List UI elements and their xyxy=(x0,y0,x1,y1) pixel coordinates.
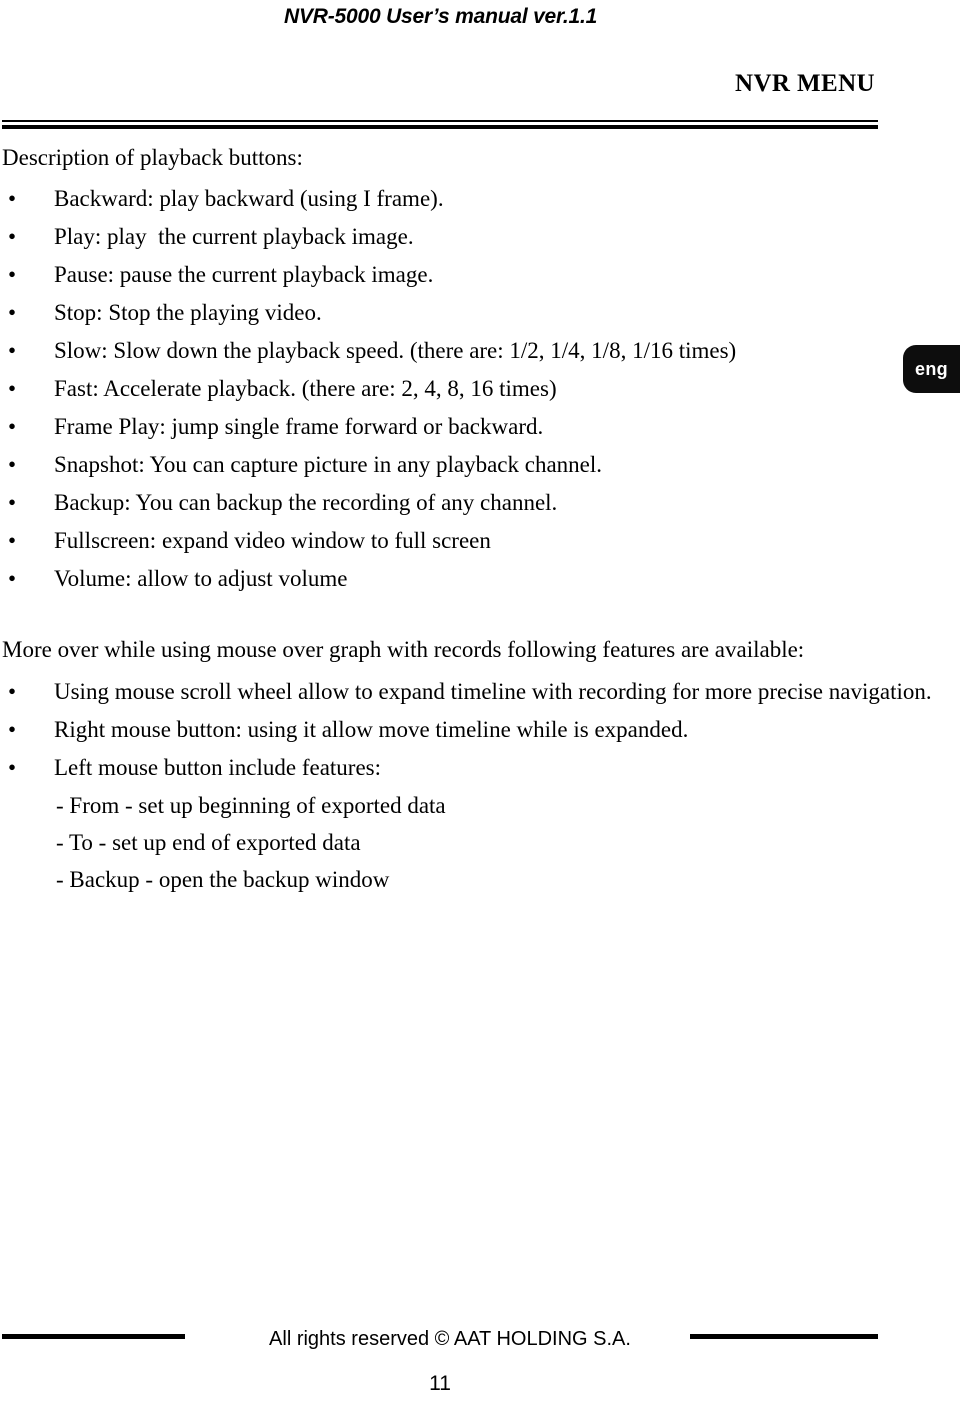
sub-list-item: - Backup - open the backup window xyxy=(56,867,390,892)
intro-paragraph-mouse: More over while using mouse over graph w… xyxy=(2,637,805,662)
bullet-icon: • xyxy=(8,224,17,249)
list-item: • Right mouse button: using it allow move… xyxy=(0,711,932,749)
sub-list-item: - To - set up end of exported data xyxy=(56,830,361,855)
list-item-label: Frame Play: jump single frame forward or… xyxy=(54,414,544,439)
running-head: NVR-5000 User’s manual ver.1.1 xyxy=(284,5,598,28)
document-page: NVR-5000 User’s manual ver.1.1 NVR MENU … xyxy=(0,0,960,1401)
language-tab-eng[interactable]: eng xyxy=(903,345,960,393)
bullet-icon: • xyxy=(8,528,17,553)
bullet-icon: • xyxy=(8,186,17,211)
list-item-label: Left mouse button include features: xyxy=(54,755,382,780)
page-title: NVR MENU xyxy=(735,70,875,97)
list-item: • Fullscreen: expand video window to full… xyxy=(0,522,736,560)
mouse-features-list: • Using mouse scroll wheel allow to expan… xyxy=(0,673,932,898)
page-number: 11 xyxy=(429,1372,451,1395)
footer-copyright: All rights reserved © AAT HOLDING S.A. xyxy=(269,1328,631,1350)
bullet-icon: • xyxy=(8,452,17,477)
list-item: • Slow: Slow down the playback speed. (th… xyxy=(0,332,736,370)
bullet-icon: • xyxy=(8,566,17,591)
bullet-icon: • xyxy=(8,679,17,704)
list-item: • Volume: allow to adjust volume xyxy=(0,560,736,598)
list-item: • Play: play the current playback image. xyxy=(0,218,736,256)
list-item-label: Using mouse scroll wheel allow to expand… xyxy=(54,679,932,704)
list-item-label: Play: play the current playback image. xyxy=(54,224,414,249)
list-item-label: Backup: You can backup the recording of … xyxy=(54,490,558,515)
bullet-icon: • xyxy=(8,262,17,287)
list-item-label: Right mouse button: using it allow move … xyxy=(54,717,689,742)
list-item: • Fast: Accelerate playback. (there are: … xyxy=(0,370,736,408)
list-item-label: Pause: pause the current playback image. xyxy=(54,262,434,287)
list-item-label: Backward: play backward (using I frame). xyxy=(54,186,444,211)
playback-buttons-list: • Backward: play backward (using I frame)… xyxy=(0,180,736,598)
list-item: • Backup: You can backup the recording of… xyxy=(0,484,736,522)
list-item-label: Stop: Stop the playing video. xyxy=(54,300,322,325)
bullet-icon: • xyxy=(8,300,17,325)
list-item-label: Fast: Accelerate playback. (there are: 2… xyxy=(54,376,557,401)
header-divider xyxy=(2,120,878,129)
intro-paragraph-playback: Description of playback buttons: xyxy=(2,145,303,170)
bullet-icon: • xyxy=(8,414,17,439)
bullet-icon: • xyxy=(8,717,17,742)
list-item-label: Volume: allow to adjust volume xyxy=(54,566,348,591)
list-item-label: Slow: Slow down the playback speed. (the… xyxy=(54,338,737,363)
header-divider-thin-line xyxy=(2,120,878,122)
bullet-icon: • xyxy=(8,376,17,401)
list-item: • Stop: Stop the playing video. xyxy=(0,294,736,332)
list-item: • Pause: pause the current playback image… xyxy=(0,256,736,294)
header-divider-thick-line xyxy=(2,125,878,129)
bullet-icon: • xyxy=(8,490,17,515)
list-item: • Backward: play backward (using I frame)… xyxy=(0,180,736,218)
list-item-label: Fullscreen: expand video window to full … xyxy=(54,528,491,553)
list-item-label: Snapshot: You can capture picture in any… xyxy=(54,452,603,477)
list-item: • Using mouse scroll wheel allow to expan… xyxy=(0,673,932,711)
bullet-icon: • xyxy=(8,338,17,363)
list-item: • Frame Play: jump single frame forward o… xyxy=(0,408,736,446)
bullet-icon: • xyxy=(8,755,17,780)
list-item: • Left mouse button include features: xyxy=(0,749,932,787)
list-item: • Snapshot: You can capture picture in an… xyxy=(0,446,736,484)
sub-list-item: - From - set up beginning of exported da… xyxy=(56,793,446,818)
